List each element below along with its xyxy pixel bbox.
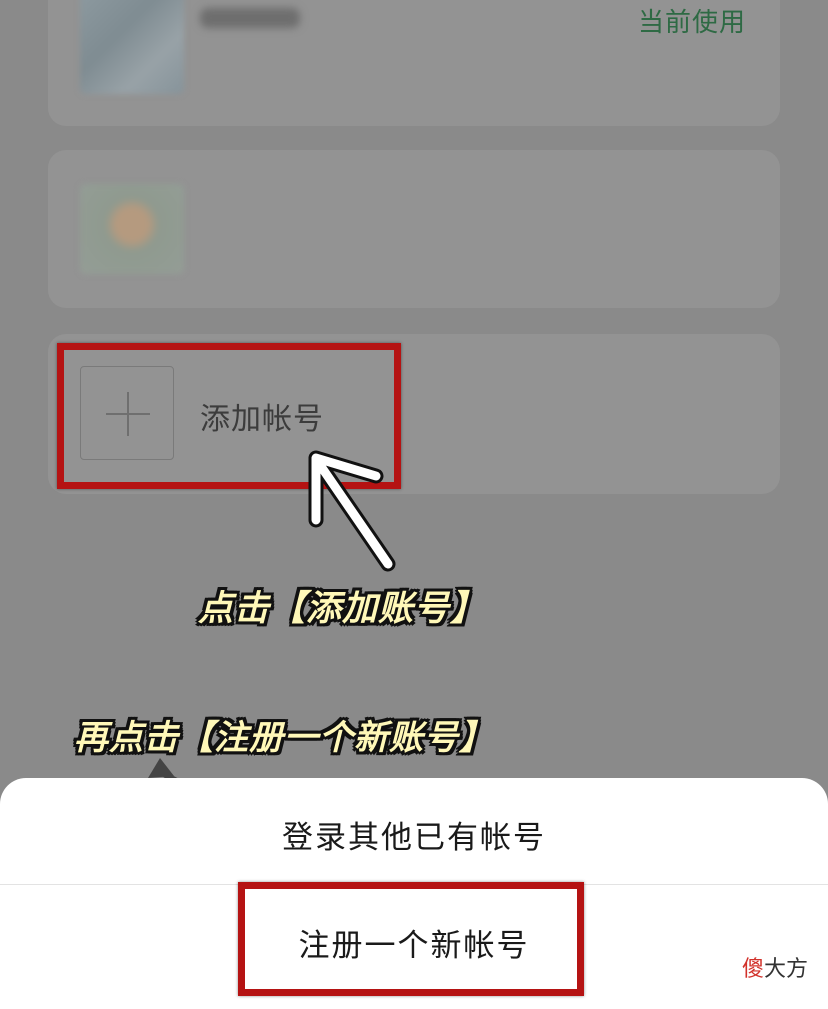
watermark: 傻大方 <box>742 951 808 983</box>
annotation-step2: 再点击【注册一个新账号】 <box>74 718 494 758</box>
highlight-add-account <box>57 343 401 489</box>
highlight-register-new <box>238 882 584 996</box>
account-name-blurred <box>200 8 300 28</box>
login-existing-account-button[interactable]: 登录其他已有帐号 <box>0 812 828 857</box>
annotation-step1: 点击【添加账号】 <box>198 589 487 629</box>
account-avatar <box>80 0 184 94</box>
watermark-rest: 大方 <box>763 957 808 982</box>
account-avatar <box>80 184 184 274</box>
account-card-current[interactable]: 当前使用 <box>48 0 780 126</box>
current-account-label: 当前使用 <box>637 8 746 38</box>
watermark-accent: 傻 <box>741 957 764 982</box>
account-card-secondary[interactable] <box>48 150 780 308</box>
